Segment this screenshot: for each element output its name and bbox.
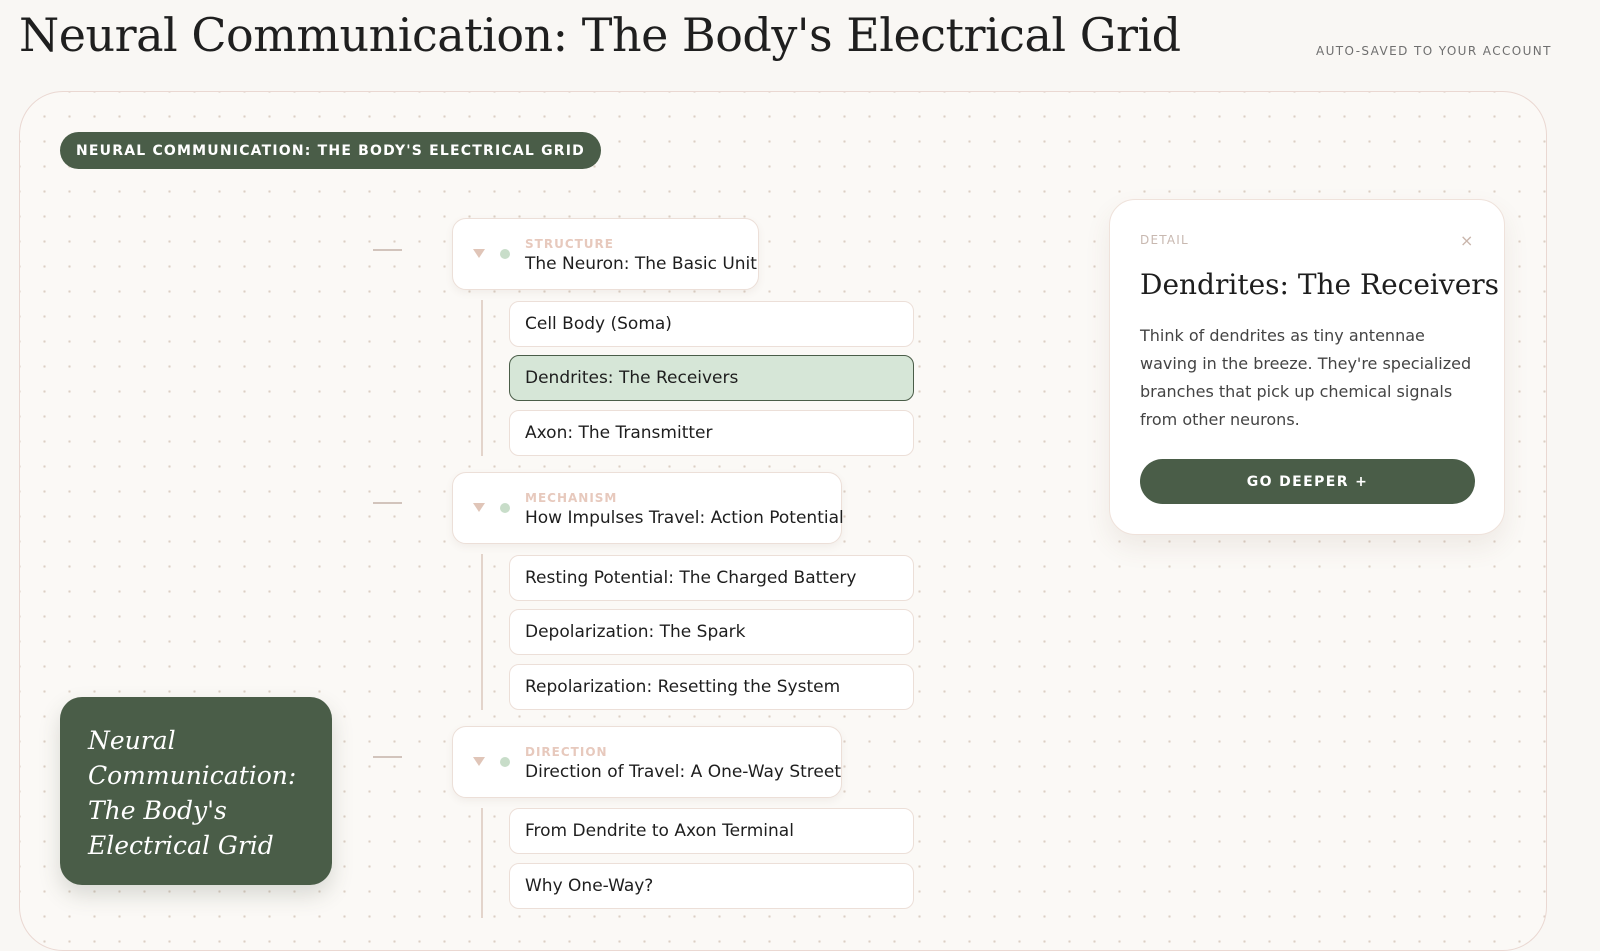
collapse-chevron-icon[interactable] [473, 503, 485, 512]
detail-body: Think of dendrites as tiny antennae wavi… [1140, 326, 1472, 429]
detail-panel: DETAIL × Dendrites: The Receivers Think … [1109, 199, 1505, 535]
branch-line [481, 554, 483, 710]
page-title: Neural Communication: The Body's Electri… [19, 8, 1181, 62]
status-dot-icon [500, 757, 510, 767]
collapse-chevron-icon[interactable] [473, 249, 485, 258]
branch-line [481, 300, 483, 456]
group-title: How Impulses Travel: Action Potential [525, 508, 844, 528]
group-kicker: MECHANISM [525, 491, 618, 505]
status-dot-icon [500, 503, 510, 513]
group-kicker: DIRECTION [525, 745, 608, 759]
leaf-node[interactable]: Resting Potential: The Charged Battery [509, 555, 914, 601]
detail-title: Dendrites: The Receivers [1140, 268, 1500, 301]
group-node-structure[interactable]: STRUCTURE The Neuron: The Basic Unit [452, 218, 759, 290]
leaf-node-active[interactable]: Dendrites: The Receivers [509, 355, 914, 401]
go-deeper-button[interactable]: GO DEEPER + [1140, 459, 1475, 504]
leaf-node[interactable]: Cell Body (Soma) [509, 301, 914, 347]
branch-line [481, 808, 483, 918]
leaf-node[interactable]: Axon: The Transmitter [509, 410, 914, 456]
close-icon[interactable]: × [1460, 231, 1473, 250]
root-node-label: Neural [88, 726, 176, 755]
root-node[interactable]: Neural Communication: The Body's Electri… [60, 697, 332, 885]
leaf-node[interactable]: Why One-Way? [509, 863, 914, 909]
detail-label: DETAIL [1140, 233, 1189, 247]
group-node-direction[interactable]: DIRECTION Direction of Travel: A One-Way… [452, 726, 842, 798]
leaf-node[interactable]: From Dendrite to Axon Terminal [509, 808, 914, 854]
connector-line [373, 249, 402, 251]
map-title-pill[interactable]: NEURAL COMMUNICATION: THE BODY'S ELECTRI… [60, 132, 601, 169]
root-node-label: Electrical Grid [88, 831, 274, 860]
leaf-node[interactable]: Depolarization: The Spark [509, 609, 914, 655]
autosave-status: AUTO-SAVED TO YOUR ACCOUNT [1316, 44, 1552, 58]
leaf-node[interactable]: Repolarization: Resetting the System [509, 664, 914, 710]
group-node-mechanism[interactable]: MECHANISM How Impulses Travel: Action Po… [452, 472, 844, 544]
root-node-label: The Body's [88, 796, 227, 825]
group-title: The Neuron: The Basic Unit [525, 254, 757, 274]
connector-line [373, 502, 402, 504]
group-title: Direction of Travel: A One-Way Street [525, 762, 842, 782]
group-kicker: STRUCTURE [525, 237, 614, 251]
collapse-chevron-icon[interactable] [473, 757, 485, 766]
root-node-label: Communication: [88, 761, 297, 790]
status-dot-icon [500, 249, 510, 259]
connector-line [373, 756, 402, 758]
